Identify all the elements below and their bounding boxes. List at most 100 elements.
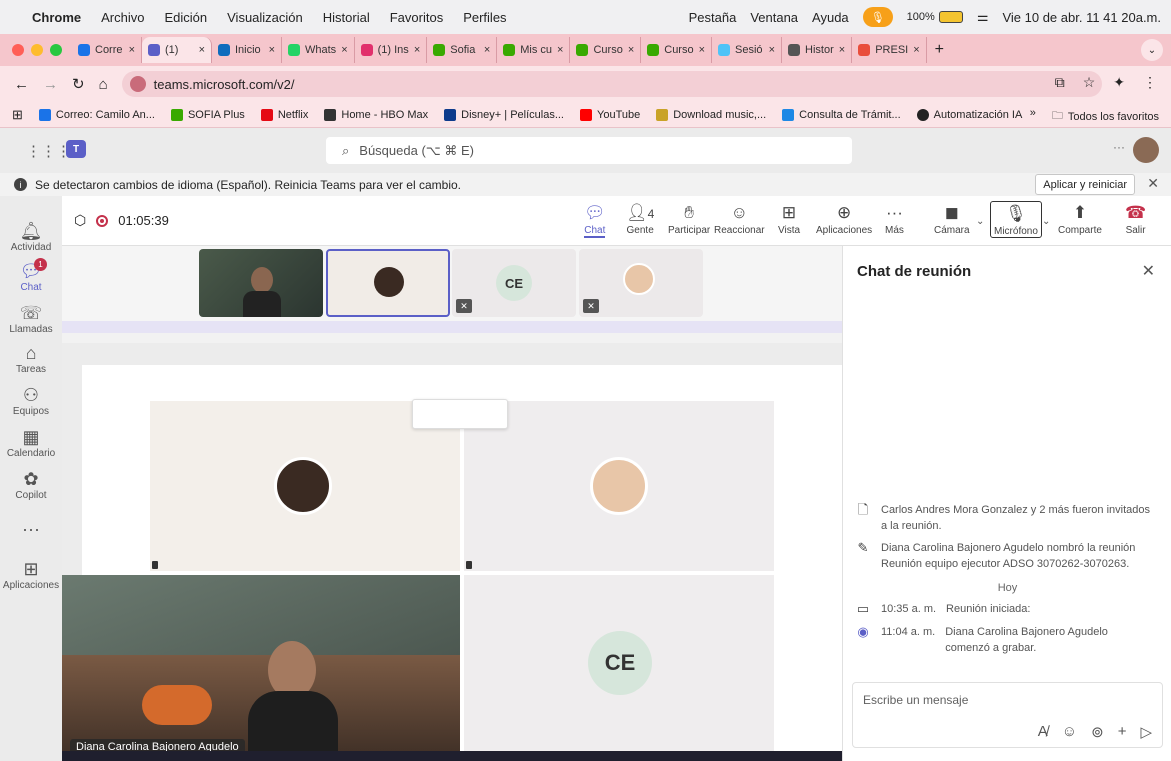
browser-tab[interactable]: Inicio × (212, 37, 282, 63)
emoji-icon[interactable]: ☺ (1062, 723, 1077, 741)
browser-tab[interactable]: Corre × (72, 37, 142, 63)
loop-icon[interactable]: ⊚ (1091, 723, 1104, 741)
camera-button[interactable]: ◼︎ Cámara (934, 201, 970, 236)
more-options-icon[interactable]: ··· (1113, 140, 1125, 154)
browser-tab[interactable]: Sesió × (712, 37, 783, 63)
rail-item-tareas[interactable]: ⌂ Tareas (0, 342, 62, 375)
menu-archivo[interactable]: Archivo (101, 10, 144, 25)
zoom-window-button[interactable] (50, 44, 62, 56)
close-tab-icon[interactable]: × (199, 44, 205, 56)
menu-chrome[interactable]: Chrome (32, 10, 81, 25)
mic-options-chevron-icon[interactable]: ⌄ (1042, 216, 1050, 227)
camera-options-chevron-icon[interactable]: ⌄ (976, 216, 984, 227)
close-tab-icon[interactable]: × (628, 44, 634, 56)
new-tab-button[interactable]: + (935, 41, 944, 59)
apps-button[interactable]: ⊕ Aplicaciones (816, 201, 872, 236)
chat-button[interactable]: 💬︎ Chat (584, 201, 606, 238)
control-center-icon[interactable]: ⚌ (977, 9, 989, 25)
bookmark-item[interactable]: Correo: Camilo An... (38, 108, 155, 121)
site-info-icon[interactable] (129, 76, 146, 92)
home-icon[interactable]: ⌂ (99, 76, 108, 93)
browser-tab[interactable]: Whats × (282, 37, 355, 63)
browser-tab[interactable]: PRESI × (852, 37, 927, 63)
send-icon[interactable]: ▷ (1140, 723, 1152, 741)
reload-icon[interactable]: ↻ (72, 75, 85, 93)
close-tab-icon[interactable]: × (839, 44, 845, 56)
extension-icon[interactable]: ✦ (1113, 74, 1125, 91)
menu-ayuda[interactable]: Ayuda (812, 10, 849, 25)
browser-tab[interactable]: Sofia × (427, 37, 498, 63)
close-tab-icon[interactable]: × (557, 44, 563, 56)
address-bar[interactable]: teams.microsoft.com/v2/ (121, 71, 1102, 97)
close-tab-icon[interactable]: × (699, 44, 705, 56)
rail-item-more[interactable]: ··· (0, 518, 62, 540)
shared-screen[interactable]: Diana Carolina Bajonero Agudelo CE (62, 321, 842, 761)
more-bookmarks-button[interactable]: » (1030, 107, 1036, 126)
close-tab-icon[interactable]: × (341, 44, 347, 56)
compose-placeholder[interactable]: Escribe un mensaje (863, 693, 968, 707)
mic-in-use-icon[interactable]: 🎙 (862, 7, 893, 27)
participant-tile[interactable] (199, 249, 323, 317)
close-tab-icon[interactable]: × (129, 44, 135, 56)
close-tab-icon[interactable]: × (269, 44, 275, 56)
participant-tile[interactable]: CE ✕ (452, 249, 576, 317)
browser-tab[interactable]: Curso × (641, 37, 713, 63)
browser-tab[interactable]: Histor × (782, 37, 853, 63)
rail-item-equipos[interactable]: ⚇ Equipos (0, 384, 62, 417)
menu-visualizacion[interactable]: Visualización (227, 10, 303, 25)
rail-item-actividad[interactable]: 🔔︎ Actividad (0, 220, 62, 253)
browser-tab[interactable]: (1) Ins × (355, 37, 428, 63)
add-icon[interactable]: + (1118, 723, 1127, 741)
share-button[interactable]: ⬆︎ Comparte (1058, 201, 1102, 236)
participant-tile[interactable]: ✕ (579, 249, 703, 317)
more-button[interactable]: ··· Más (885, 201, 904, 236)
search-input[interactable]: ⌕ Búsqueda (⌥ ⌘ E) (326, 137, 852, 164)
bookmark-item[interactable]: Home - HBO Max (324, 108, 428, 121)
microphone-button[interactable]: 🎙︎ Micrófono (990, 201, 1042, 238)
close-tab-icon[interactable]: × (414, 44, 420, 56)
back-icon[interactable]: ← (14, 76, 29, 93)
menu-perfiles[interactable]: Perfiles (463, 10, 506, 25)
bookmark-item[interactable]: Download music,... (656, 108, 766, 121)
message-compose-box[interactable]: Escribe un mensaje A̸ ☺ ⊚ + ▷ (852, 682, 1163, 748)
raise-hand-button[interactable]: ✋︎ Participar (668, 201, 710, 236)
leave-button[interactable]: ☎︎ Salir (1125, 201, 1146, 236)
bookmark-item[interactable]: Disney+ | Películas... (444, 108, 564, 121)
react-button[interactable]: ☺ Reaccionar (714, 201, 765, 236)
menu-favoritos[interactable]: Favoritos (390, 10, 443, 25)
browser-tab[interactable]: Curso × (570, 37, 642, 63)
rail-item-aplicaciones[interactable]: ⊞ Aplicaciones (0, 558, 62, 591)
avatar[interactable] (1133, 137, 1159, 163)
close-tab-icon[interactable]: × (913, 44, 919, 56)
menu-edicion[interactable]: Edición (164, 10, 207, 25)
close-icon[interactable]: ✕ (1142, 261, 1155, 281)
url-text[interactable]: teams.microsoft.com/v2/ (154, 77, 295, 92)
close-window-button[interactable] (12, 44, 24, 56)
bookmark-star-icon[interactable]: ☆ (1083, 74, 1096, 91)
all-bookmarks-folder[interactable]: 🗀 Todos los favoritos (1052, 107, 1159, 126)
bookmark-item[interactable]: YouTube (580, 108, 640, 121)
forward-icon[interactable]: → (43, 76, 58, 93)
view-button[interactable]: ⊞ Vista (778, 201, 800, 236)
menu-ventana[interactable]: Ventana (750, 10, 798, 25)
rail-item-llamadas[interactable]: ☏ Llamadas (0, 302, 62, 335)
clock[interactable]: Vie 10 de abr. 11 41 20a.m. (1002, 10, 1161, 25)
apps-grid-icon[interactable]: ⊞ (12, 107, 23, 123)
bookmark-item[interactable]: SOFIA Plus (170, 108, 245, 121)
format-icon[interactable]: A̸ (1038, 723, 1048, 741)
rail-item-calendario[interactable]: ▦ Calendario (0, 426, 62, 459)
apply-restart-button[interactable]: Aplicar y reiniciar (1035, 174, 1135, 195)
close-tab-icon[interactable]: × (769, 44, 775, 56)
bookmark-item[interactable]: Netflix (260, 108, 308, 121)
rail-item-copilot[interactable]: ✿ Copilot (0, 468, 62, 501)
close-tab-icon[interactable]: × (484, 44, 490, 56)
close-icon[interactable]: ✕ (1147, 175, 1159, 192)
browser-tab[interactable]: (1) × (142, 37, 212, 63)
install-app-icon[interactable]: ⧉ (1055, 74, 1065, 91)
browser-menu-icon[interactable]: ⋮ (1143, 74, 1157, 91)
menu-historial[interactable]: Historial (323, 10, 370, 25)
menu-pestana[interactable]: Pestaña (689, 10, 737, 25)
people-button[interactable]: 👤︎4 Gente (626, 201, 654, 236)
app-launcher-icon[interactable]: ⋮⋮⋮ (26, 142, 71, 160)
tab-search-button[interactable]: ⌄ (1141, 39, 1163, 61)
